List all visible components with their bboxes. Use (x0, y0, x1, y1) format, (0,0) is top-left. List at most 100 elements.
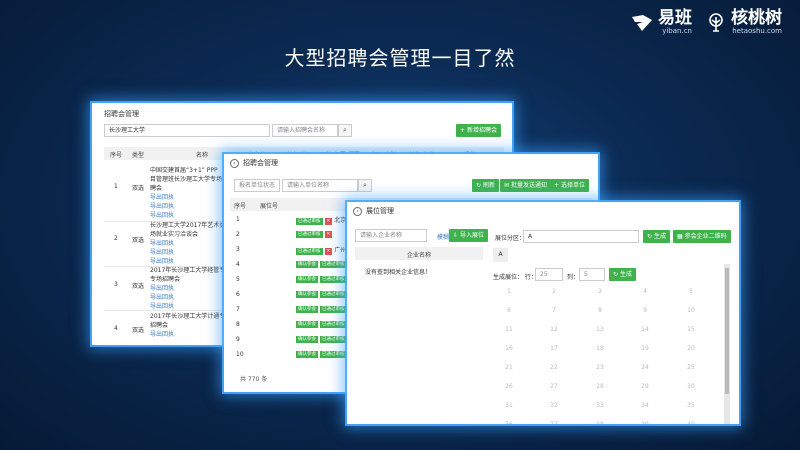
scrollbar[interactable] (724, 264, 730, 424)
fuzzy-search-toggle[interactable]: 模糊 (437, 232, 449, 241)
delete-icon[interactable]: ✕ (324, 231, 333, 238)
row-1-type: 双选 (132, 185, 145, 192)
delete-icon[interactable]: ✕ (324, 218, 333, 225)
yiban-logo: 易班 yiban.cn (631, 10, 692, 36)
window-title: 招聘会管理 (104, 110, 139, 118)
col-name: 名称 (196, 152, 209, 159)
row-2-name-line2: 场就业实习洽谈会 (150, 231, 199, 238)
booth-cell[interactable]: 39 (630, 421, 660, 424)
batch-notify-label: 批量发送通知 (511, 182, 548, 189)
booth-cell[interactable]: 18 (585, 345, 615, 352)
booth-cell[interactable]: 8 (585, 307, 615, 314)
job-fair-search-input[interactable]: 请输入招聘会名称 (272, 124, 338, 137)
select-unit-button[interactable]: + 选择单位 (550, 179, 590, 192)
status-tag: 已通过审核 (320, 291, 347, 298)
booth-cell[interactable]: 32 (539, 402, 569, 409)
row-1-export-receipt[interactable]: 导出回执 (150, 192, 174, 201)
row-3-export-org[interactable]: 导出回执 (150, 301, 174, 310)
booth-cell[interactable]: 9 (630, 307, 660, 314)
add-job-fair-label: 新增招聘会 (467, 127, 498, 134)
booth-cell[interactable]: 30 (676, 383, 706, 390)
row-2-export-org[interactable]: 导出回执 (150, 256, 174, 265)
booth-cell[interactable]: 34 (630, 402, 660, 409)
gen-cols-label: 列： (567, 274, 580, 281)
row-4-export-receipt[interactable]: 导出回执 (150, 329, 174, 338)
brand-bar: 易班 yiban.cn 核桃树 hetaoshu.com (631, 10, 782, 36)
booth-cell[interactable]: 12 (539, 326, 569, 333)
scrollbar-thumb[interactable] (725, 268, 729, 394)
booth-cell[interactable]: 1 (494, 288, 524, 295)
cols-input[interactable]: 5 (579, 268, 605, 281)
row-3-type: 双选 (132, 283, 145, 290)
row-1-export-org[interactable]: 导出回执 (150, 210, 174, 219)
company-qr-button[interactable]: ▦ 参会企业二维码 (673, 230, 731, 243)
yiban-mark-icon (632, 15, 652, 31)
booth-cell[interactable]: 31 (494, 402, 524, 409)
booth-cell[interactable]: 15 (676, 326, 706, 333)
zone-input[interactable]: A (523, 230, 639, 243)
school-select[interactable]: 长沙理工大学 (104, 124, 270, 137)
unit-search-input[interactable]: 请输入单位名称 (282, 179, 358, 192)
booth-cell[interactable]: 17 (539, 345, 569, 352)
row-3-export-receipt[interactable]: 导出回执 (150, 283, 174, 292)
batch-notify-button[interactable]: ✉ 批量发送通知 (500, 179, 552, 192)
booth-cell[interactable]: 29 (630, 383, 660, 390)
row-2-export-receipt[interactable]: 导出回执 (150, 238, 174, 247)
booth-cell[interactable]: 40 (676, 421, 706, 424)
booth-cell[interactable]: 35 (676, 402, 706, 409)
back-icon[interactable]: ‹ (353, 206, 362, 216)
booth-cell[interactable]: 23 (585, 364, 615, 371)
refresh-icon: ↻ (476, 182, 482, 189)
booth-cell[interactable]: 11 (494, 326, 524, 333)
booth-cell[interactable]: 6 (494, 307, 524, 314)
generate-booths-button[interactable]: ↻ 生成 (609, 268, 637, 281)
booth-management-window: ‹ 展位管理 请输入企业名称 模糊 ⇩ 导入展位 企业名称 没有查到相关企业信息！ … (347, 202, 739, 424)
booth-cell[interactable]: 14 (630, 326, 660, 333)
booth-cell[interactable]: 13 (585, 326, 615, 333)
row-3-export-link[interactable]: 导出回执 (150, 292, 174, 301)
booth-cell[interactable]: 37 (539, 421, 569, 424)
row-3-no: 3 (114, 281, 118, 288)
booth-cell[interactable]: 7 (539, 307, 569, 314)
import-booth-button[interactable]: ⇩ 导入展位 (449, 229, 489, 242)
booth-cell[interactable]: 24 (630, 364, 660, 371)
row-status: 已通过审核 ✕ 北京 (296, 215, 346, 225)
refresh-button[interactable]: ↻ 刷新 (472, 179, 500, 192)
add-job-fair-button[interactable]: + 新增招聘会 (456, 124, 502, 137)
row-1-export-link[interactable]: 导出回执 (150, 201, 174, 210)
booth-cell[interactable]: 2 (539, 288, 569, 295)
booth-cell[interactable]: 25 (676, 364, 706, 371)
booth-cell[interactable]: 19 (630, 345, 660, 352)
row-3-name-line2: 专场招聘会 (150, 276, 181, 283)
booth-cell[interactable]: 3 (585, 288, 615, 295)
status-select[interactable]: 报名单位状态 (234, 179, 280, 192)
booth-cell[interactable]: 16 (494, 345, 524, 352)
booth-cell[interactable]: 27 (539, 383, 569, 390)
generate-zone-button[interactable]: ↻ 生成 (643, 230, 671, 243)
rows-input[interactable]: 25 (535, 268, 563, 281)
confirm-tag: 确认参会 (296, 321, 318, 328)
search-button[interactable]: ⌕ (358, 179, 372, 192)
booth-cell[interactable]: 26 (494, 383, 524, 390)
zone-tab-a[interactable]: A (493, 248, 508, 262)
qr-code-icon: ▦ (677, 233, 683, 240)
booth-cell[interactable]: 22 (539, 364, 569, 371)
row-2-export-link[interactable]: 导出回执 (150, 247, 174, 256)
booth-cell[interactable]: 28 (585, 383, 615, 390)
row-status: 确认参会 已通过审核 (296, 335, 349, 343)
booth-cell[interactable]: 38 (585, 421, 615, 424)
status-tag: 已通过审核 (320, 276, 347, 283)
row-1-name-line2: 目管理班长沙理工大学专场 (150, 176, 223, 183)
company-search-input[interactable]: 请输入企业名称 (355, 229, 427, 242)
booth-cell[interactable]: 4 (630, 288, 660, 295)
booth-cell[interactable]: 10 (676, 307, 706, 314)
booth-cell[interactable]: 21 (494, 364, 524, 371)
booth-cell[interactable]: 5 (676, 288, 706, 295)
back-icon[interactable]: ‹ (230, 158, 239, 168)
delete-icon[interactable]: ✕ (324, 248, 333, 255)
row-status: 确认参会 已通过审核 (296, 290, 349, 298)
booth-cell[interactable]: 33 (585, 402, 615, 409)
search-button[interactable]: ⌕ (338, 124, 352, 137)
booth-cell[interactable]: 36 (494, 421, 524, 424)
booth-cell[interactable]: 20 (676, 345, 706, 352)
